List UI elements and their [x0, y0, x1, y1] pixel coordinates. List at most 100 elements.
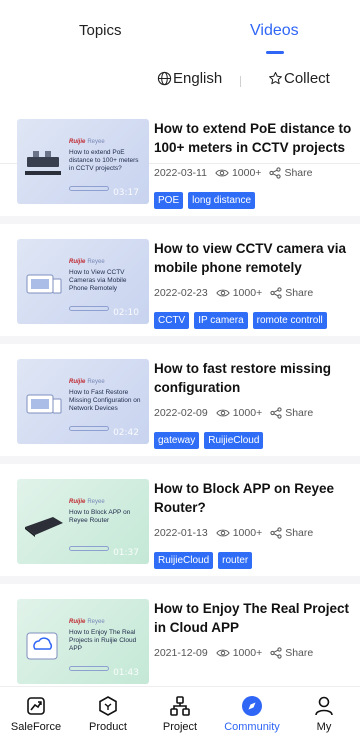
tag-chip[interactable]: POE: [154, 192, 184, 209]
nav-label: Community: [224, 721, 280, 733]
tag-chip[interactable]: romote controll: [252, 312, 327, 329]
share-icon: [270, 647, 282, 659]
video-item[interactable]: Ruijie Reyee How to extend PoE distance to…: [0, 104, 360, 224]
eye-icon: [216, 289, 230, 297]
bottom-nav: SaleForce Product Project Community My: [0, 686, 360, 742]
thumbnail-brand-sub: Reyee: [87, 499, 105, 505]
thumbnail-pill: [69, 666, 109, 671]
thumbnail-title: How to extend PoE distance to 100+ meter…: [69, 149, 139, 172]
video-tags: CCTV IP camera romote controll: [154, 312, 332, 329]
star-icon: [269, 71, 282, 85]
video-thumbnail[interactable]: Ruijie Reyee How to Enjoy The Real Project…: [17, 599, 149, 684]
tag-chip[interactable]: RuijieCloud: [154, 552, 214, 569]
nav-project[interactable]: Project: [144, 687, 216, 742]
video-duration: 01:43: [113, 668, 139, 678]
language-filter[interactable]: English: [157, 70, 222, 87]
collect-filter[interactable]: Collect: [268, 70, 330, 87]
user-icon: [315, 696, 333, 716]
tab-videos[interactable]: Videos: [250, 22, 299, 40]
tag-chip[interactable]: long distance: [188, 192, 256, 209]
video-meta: 2022-01-13 1000+ Share: [154, 527, 313, 539]
tab-topics[interactable]: Topics: [79, 22, 122, 39]
nav-saleforce[interactable]: SaleForce: [0, 687, 72, 742]
share-button[interactable]: Share: [285, 527, 313, 539]
share-icon: [270, 407, 282, 419]
thumbnail-title: How to Fast Restore Missing Configuratio…: [69, 389, 141, 412]
video-item[interactable]: Ruijie Reyee How to Block APP on Reyee Rou…: [0, 464, 360, 584]
eye-icon: [215, 169, 229, 177]
collect-label: Collect: [284, 70, 330, 87]
tag-chip[interactable]: router: [218, 552, 253, 569]
video-tags: POE long distance: [154, 192, 260, 209]
video-meta: 2021-12-09 1000+ Share: [154, 647, 313, 659]
video-meta: 2022-02-09 1000+ Share: [154, 407, 313, 419]
nav-my[interactable]: My: [288, 687, 360, 742]
video-thumbnail[interactable]: Ruijie Reyee How to extend PoE distance to…: [17, 119, 149, 204]
view-count: 1000+: [232, 287, 263, 299]
video-meta: 2022-03-11 1000+ Share: [154, 167, 312, 179]
eye-icon: [216, 409, 230, 417]
thumbnail-brand: Ruijie Reyee: [69, 379, 105, 385]
share-icon: [270, 287, 282, 299]
thumbnail-pill: [69, 186, 109, 191]
video-duration: 02:42: [113, 428, 139, 438]
video-title[interactable]: How to extend PoE distance to 100+ meter…: [154, 119, 354, 157]
video-thumbnail[interactable]: Ruijie Reyee How to View CCTV Cameras via …: [17, 239, 149, 324]
thumbnail-brand-sub: Reyee: [87, 619, 105, 625]
nav-community[interactable]: Community: [216, 687, 288, 742]
thumbnail-illustration: [25, 151, 61, 175]
share-button[interactable]: Share: [285, 407, 313, 419]
video-duration: 03:17: [113, 188, 139, 198]
thumbnail-brand-sub: Reyee: [87, 379, 105, 385]
thumbnail-pill: [69, 546, 109, 551]
tag-chip[interactable]: CCTV: [154, 312, 190, 329]
video-date: 2021-12-09: [154, 647, 208, 659]
video-meta: 2022-02-23 1000+ Share: [154, 287, 313, 299]
view-count: 1000+: [231, 167, 262, 179]
tag-chip[interactable]: RuijieCloud: [204, 432, 264, 449]
video-title[interactable]: How to Block APP on Reyee Router?: [154, 479, 354, 517]
share-button[interactable]: Share: [285, 287, 313, 299]
eye-icon: [216, 529, 230, 537]
nav-label: Product: [89, 721, 127, 733]
video-item[interactable]: Ruijie Reyee How to Fast Restore Missing C…: [0, 344, 360, 464]
nav-label: Project: [162, 721, 198, 733]
language-label: English: [173, 70, 223, 87]
video-title[interactable]: How to fast restore missing configuratio…: [154, 359, 354, 397]
video-list: Ruijie Reyee How to extend PoE distance to…: [0, 104, 360, 704]
video-date: 2022-02-23: [154, 287, 208, 299]
thumbnail-brand-sub: Reyee: [87, 259, 105, 265]
video-duration: 01:37: [113, 548, 139, 558]
share-button[interactable]: Share: [285, 647, 313, 659]
filter-bar: English Collect: [0, 60, 360, 164]
active-tab-indicator: [266, 51, 284, 54]
thumbnail-illustration: [26, 632, 58, 660]
chart-icon: [27, 697, 45, 715]
nav-product[interactable]: Product: [72, 687, 144, 742]
thumbnail-pill: [69, 426, 109, 431]
video-title[interactable]: How to view CCTV camera via mobile phone…: [154, 239, 354, 277]
video-tags: RuijieCloud router: [154, 552, 257, 569]
video-item[interactable]: Ruijie Reyee How to View CCTV Cameras via …: [0, 224, 360, 344]
share-button[interactable]: Share: [284, 167, 312, 179]
thumbnail-title: How to Block APP on Reyee Router: [69, 509, 131, 524]
video-thumbnail[interactable]: Ruijie Reyee How to Fast Restore Missing C…: [17, 359, 149, 444]
tag-chip[interactable]: IP camera: [194, 312, 248, 329]
video-duration: 02:10: [113, 308, 139, 318]
compass-icon: [242, 696, 262, 716]
tag-chip[interactable]: gateway: [154, 432, 200, 449]
thumbnail-title: How to Enjoy The Real Projects in Ruijie…: [69, 629, 137, 652]
video-title[interactable]: How to Enjoy The Real Project in Cloud A…: [154, 599, 354, 637]
thumbnail-title: How to View CCTV Cameras via Mobile Phon…: [69, 269, 127, 292]
video-thumbnail[interactable]: Ruijie Reyee How to Block APP on Reyee Rou…: [17, 479, 149, 564]
thumbnail-brand: Ruijie Reyee: [69, 139, 105, 145]
video-date: 2022-03-11: [154, 167, 207, 179]
thumbnail-brand: Ruijie Reyee: [69, 499, 105, 505]
thumbnail-illustration: [25, 517, 63, 537]
filter-divider: [240, 76, 241, 87]
view-count: 1000+: [232, 647, 263, 659]
video-date: 2022-01-13: [154, 527, 208, 539]
eye-icon: [216, 649, 230, 657]
thumbnail-illustration: [26, 394, 62, 414]
view-count: 1000+: [232, 407, 263, 419]
